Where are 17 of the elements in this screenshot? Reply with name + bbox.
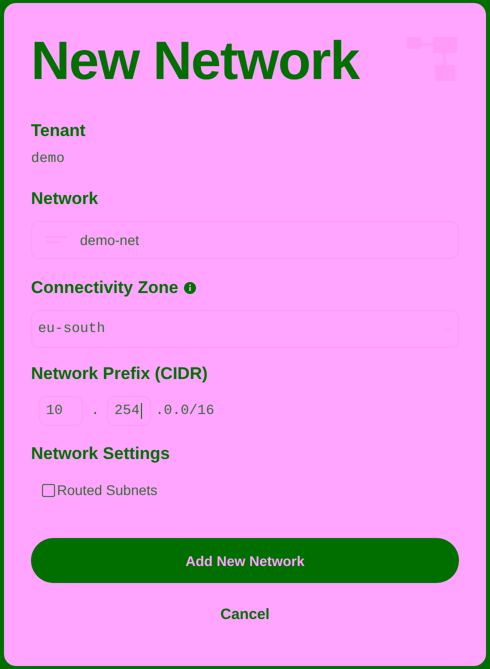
octet-field[interactable]: 254 <box>107 396 152 426</box>
prefix-suffix: .0.0/16 <box>155 403 214 419</box>
network-name-field[interactable]: demo-net <box>31 221 459 259</box>
field-label: Connectivity Zone <box>31 278 178 298</box>
zone-select[interactable]: eu-south <box>31 310 459 348</box>
add-network-button[interactable]: Add New Network <box>31 538 459 583</box>
checkbox-label: Routed Subnets <box>57 482 158 498</box>
page-title: New Network <box>31 30 360 93</box>
tenant-value: demo <box>31 151 66 167</box>
field-label: Network Prefix (CIDR) <box>31 364 208 384</box>
separator-text: . <box>91 403 100 419</box>
checkbox[interactable] <box>42 484 55 496</box>
field-label: Network Settings <box>31 444 170 464</box>
octet-field[interactable]: 10 <box>39 396 83 426</box>
field-label: Tenant <box>31 121 86 141</box>
field-label: Network <box>31 189 98 209</box>
cancel-button[interactable]: Cancel <box>214 605 276 624</box>
